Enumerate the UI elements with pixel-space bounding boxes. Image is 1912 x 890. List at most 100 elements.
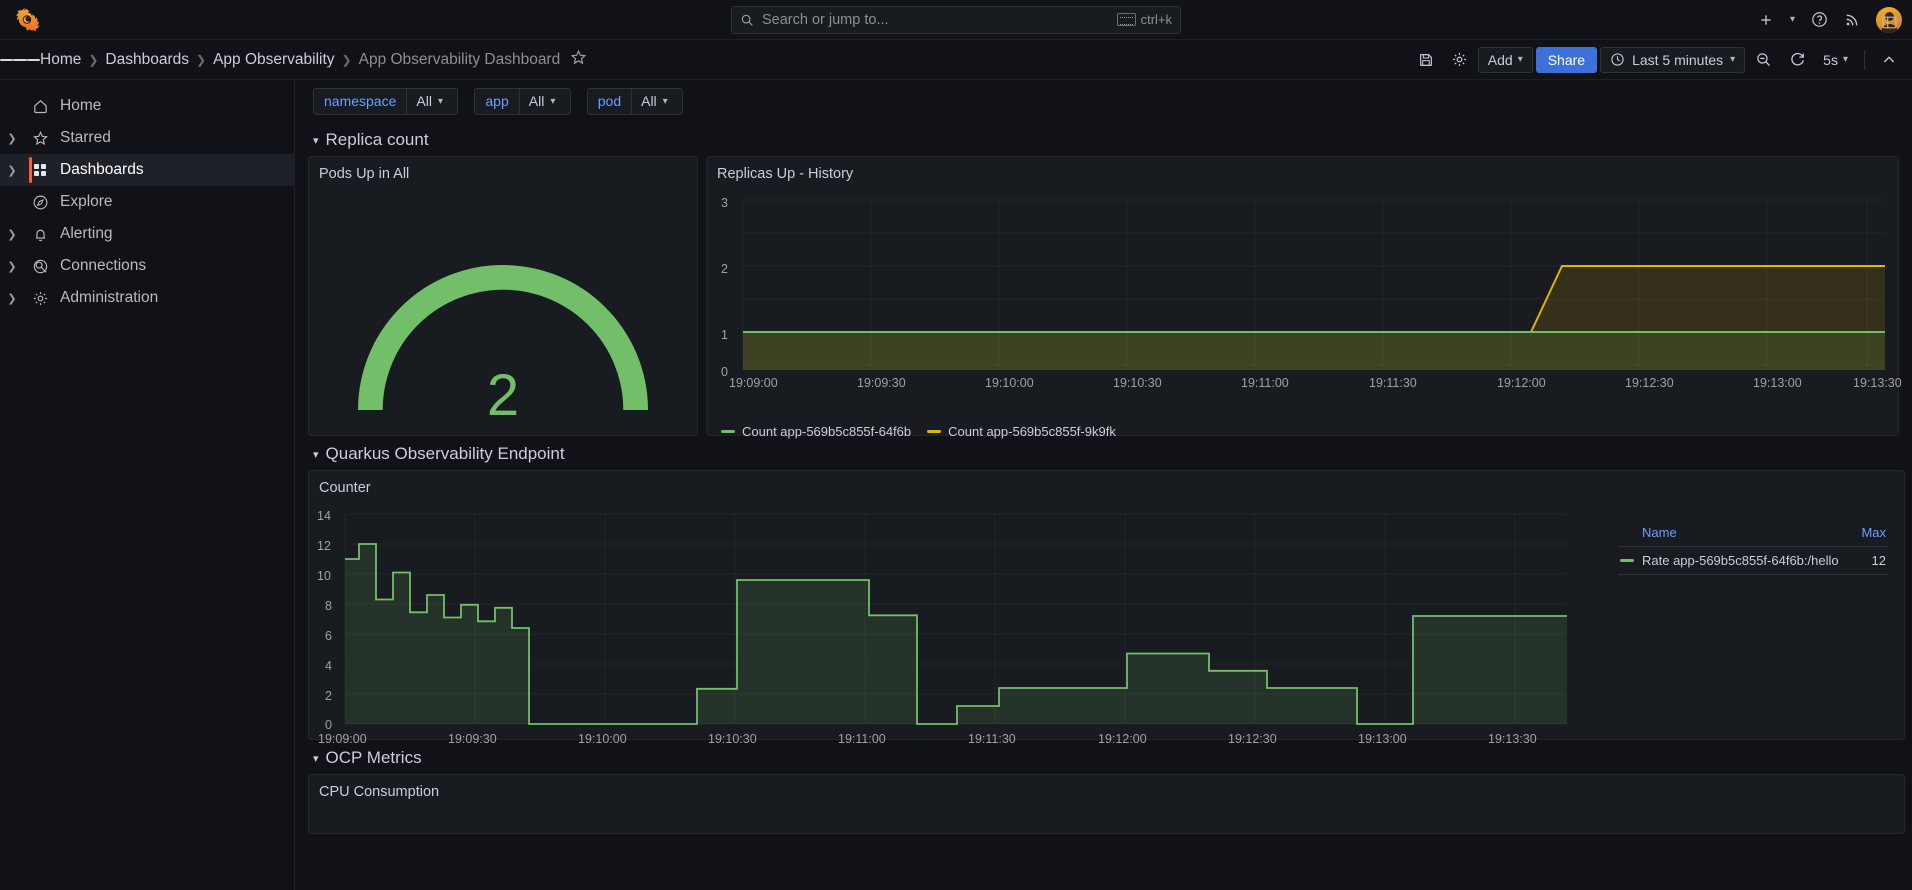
bell-icon — [24, 226, 56, 243]
search-shortcut-text: ctrl+k — [1140, 12, 1172, 27]
panel-title: Counter — [319, 480, 371, 496]
legend-item[interactable]: Count app-569b5c855f-64f6b — [721, 424, 911, 439]
variable-app-select[interactable]: All ▾ — [518, 87, 571, 115]
legend-column-max[interactable]: Max — [1861, 525, 1886, 540]
legend-column-name[interactable]: Name — [1642, 525, 1677, 540]
grafana-logo-icon[interactable] — [12, 5, 42, 35]
gauge-chart: 2 — [309, 182, 697, 428]
help-icon[interactable] — [1811, 11, 1828, 28]
breadcrumb-item-app-observability[interactable]: App Observability — [213, 51, 334, 69]
news-rss-icon[interactable] — [1844, 12, 1860, 28]
legend-table-row[interactable]: Rate app-569b5c855f-64f6b:/hello 12 — [1618, 547, 1888, 575]
variable-pod-value: All — [641, 93, 657, 109]
dock-menu-icon[interactable] — [1881, 14, 1898, 36]
collapse-toolbar-button[interactable] — [1874, 47, 1904, 73]
variable-app: app All ▾ — [474, 87, 571, 115]
refresh-dashboard-button[interactable] — [1782, 47, 1813, 73]
favorite-star-icon[interactable] — [570, 49, 587, 71]
compass-icon — [24, 194, 56, 211]
variable-namespace: namespace All ▾ — [313, 87, 459, 115]
row-header-quarkus-observability-endpoint[interactable]: ▾ Quarkus Observability Endpoint — [305, 436, 1902, 470]
variable-namespace-label: namespace — [313, 87, 407, 115]
legend-table-header: Name Max — [1618, 521, 1888, 547]
sidebar-item-label: Home — [60, 97, 102, 114]
refresh-interval-picker[interactable]: 5s ▾ — [1816, 47, 1855, 73]
variable-namespace-select[interactable]: All ▾ — [406, 87, 459, 115]
time-range-picker[interactable]: Last 5 minutes ▾ — [1600, 46, 1746, 73]
add-panel-label: Add — [1487, 51, 1513, 68]
legend-series-max: 12 — [1871, 553, 1886, 568]
dashboards-icon — [24, 162, 56, 178]
chevron-right-icon[interactable]: ❯ — [0, 132, 24, 145]
y-tick-label: 1 — [721, 328, 728, 342]
sidebar-item-home[interactable]: Home — [0, 90, 294, 122]
variable-pod-select[interactable]: All ▾ — [631, 87, 684, 115]
save-dashboard-button[interactable] — [1411, 47, 1441, 73]
legend-label: Count app-569b5c855f-9k9fk — [948, 424, 1116, 439]
x-tick-label: 19:11:00 — [838, 732, 886, 746]
chevron-up-icon — [1883, 55, 1895, 62]
y-tick-label: 6 — [325, 629, 332, 643]
sidebar-item-label: Starred — [60, 129, 111, 146]
search-placeholder: Search or jump to... — [762, 11, 889, 28]
legend-swatch — [1620, 559, 1634, 562]
x-tick-label: 19:11:30 — [968, 732, 1016, 746]
search-input[interactable]: Search or jump to... ctrl+k — [731, 5, 1181, 34]
legend-item[interactable]: Count app-569b5c855f-9k9fk — [927, 424, 1116, 439]
dashboard-settings-button[interactable] — [1444, 47, 1475, 73]
sidebar-nav: Home ❯ Starred ❯ Dashboards Explore ❯ Al… — [0, 16, 1897, 890]
sidebar-item-dashboards[interactable]: ❯ Dashboards — [0, 154, 294, 186]
sidebar-item-explore[interactable]: Explore — [0, 186, 294, 218]
sidebar-item-label: Explore — [60, 193, 113, 210]
chevron-down-icon: ▾ — [662, 95, 668, 107]
sidebar-item-label: Administration — [60, 289, 159, 306]
zoom-out-icon — [1757, 53, 1771, 66]
add-panel-button[interactable]: Add ▾ — [1477, 46, 1533, 73]
connections-icon — [24, 258, 56, 275]
y-tick-label: 14 — [317, 509, 331, 523]
clock-icon — [1611, 53, 1624, 66]
variable-app-value: All — [528, 93, 545, 109]
menu-toggle-button[interactable] — [0, 56, 40, 63]
x-tick-label: 19:13:00 — [1358, 732, 1407, 746]
home-icon — [24, 98, 56, 115]
sidebar-item-connections[interactable]: ❯ Connections — [0, 250, 294, 282]
star-icon — [24, 130, 56, 147]
breadcrumb-separator: ❯ — [88, 52, 99, 67]
x-tick-label: 19:12:00 — [1497, 376, 1546, 390]
x-tick-label: 19:09:30 — [857, 376, 906, 390]
panel-cpu-consumption: CPU Consumption — [308, 774, 1905, 834]
sidebar-item-administration[interactable]: ❯ Administration — [0, 282, 294, 314]
app-body: Home ❯ Starred ❯ Dashboards Explore ❯ Al… — [0, 16, 1912, 890]
y-tick-label: 0 — [325, 718, 332, 732]
chevron-down-icon: ▾ — [313, 448, 319, 461]
breadcrumb-separator: ❯ — [196, 52, 207, 67]
chevron-right-icon[interactable]: ❯ — [0, 260, 24, 273]
panel-title: Replicas Up - History — [717, 166, 854, 182]
chevron-right-icon[interactable]: ❯ — [0, 164, 24, 177]
add-new-icon[interactable] — [1758, 12, 1774, 28]
chevron-right-icon[interactable]: ❯ — [0, 292, 24, 305]
breadcrumb-item-home[interactable]: Home — [40, 51, 81, 69]
panel-title: Pods Up in All — [319, 166, 410, 182]
breadcrumb-item-dashboards[interactable]: Dashboards — [105, 51, 189, 69]
keyboard-icon — [1116, 13, 1136, 26]
sidebar-item-starred[interactable]: ❯ Starred — [0, 122, 294, 154]
zoom-out-time-button[interactable] — [1748, 47, 1779, 73]
y-tick-label: 8 — [325, 599, 332, 613]
chevron-down-icon: ▾ — [550, 95, 556, 107]
share-button[interactable]: Share — [1535, 46, 1598, 73]
refresh-icon — [1791, 52, 1804, 66]
x-tick-label: 19:10:00 — [578, 732, 627, 746]
row-title: OCP Metrics — [325, 748, 422, 767]
row-header-replica-count[interactable]: ▾ Replica count — [305, 122, 1902, 156]
y-tick-label: 12 — [317, 539, 331, 553]
time-range-label: Last 5 minutes — [1632, 51, 1724, 68]
x-tick-label: 19:11:00 — [1241, 376, 1289, 390]
add-new-chevron-down-icon[interactable]: ▾ — [1790, 14, 1795, 25]
gauge-value: 2 — [486, 363, 520, 428]
x-tick-label: 19:13:00 — [1753, 376, 1802, 390]
chevron-right-icon[interactable]: ❯ — [0, 228, 24, 241]
chevron-down-icon: ▾ — [1842, 54, 1848, 65]
sidebar-item-alerting[interactable]: ❯ Alerting — [0, 218, 294, 250]
